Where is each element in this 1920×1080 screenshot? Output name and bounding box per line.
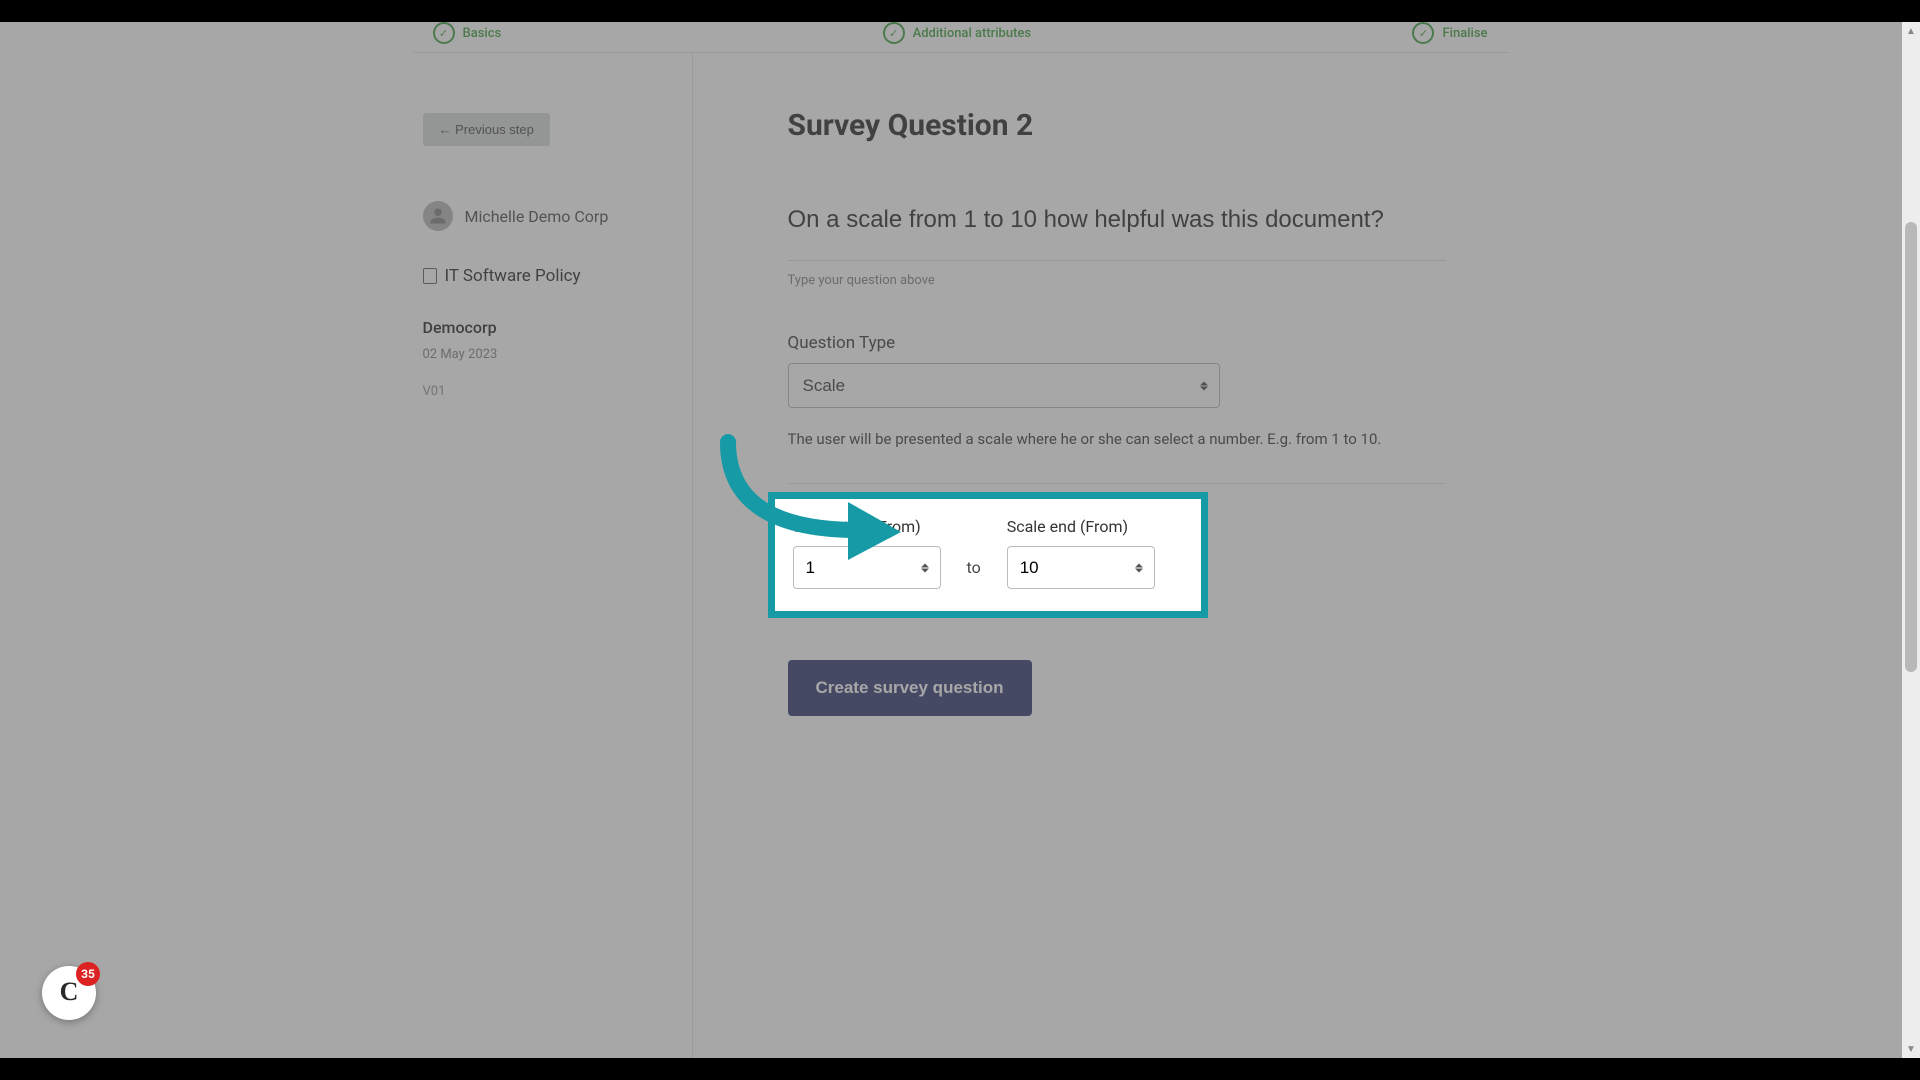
question-type-select[interactable]: Scale <box>788 363 1220 408</box>
question-type-label: Question Type <box>788 333 1508 353</box>
document-info: IT Software Policy <box>423 266 672 286</box>
scroll-down-icon[interactable]: ▼ <box>1902 1040 1920 1058</box>
step-circle-icon: ✓ <box>1412 22 1434 44</box>
user-info: Michelle Demo Corp <box>423 201 672 231</box>
main-panel: Survey Question 2 Type your question abo… <box>693 53 1508 1058</box>
body-columns: ← Previous step Michelle Demo Corp IT So… <box>413 53 1508 1058</box>
document-icon <box>423 268 437 284</box>
wizard-steps: ✓ Basics ✓ Additional attributes ✓ Final… <box>413 22 1508 53</box>
scrollbar[interactable]: ▲ ▼ <box>1902 22 1920 1058</box>
scale-end-label: Scale end (From) <box>1007 517 1155 536</box>
step-label: Basics <box>463 26 502 41</box>
step-basics[interactable]: ✓ Basics <box>433 22 502 44</box>
step-additional[interactable]: ✓ Additional attributes <box>883 22 1032 44</box>
previous-step-button[interactable]: ← Previous step <box>423 113 550 146</box>
question-input[interactable] <box>788 198 1446 242</box>
page-title: Survey Question 2 <box>788 108 1508 143</box>
letterbox-bottom <box>0 1058 1920 1080</box>
step-circle-icon: ✓ <box>883 22 905 44</box>
step-label: Additional attributes <box>913 26 1032 41</box>
scale-end-col: Scale end (From) 10 <box>1007 517 1155 589</box>
user-name: Michelle Demo Corp <box>465 207 609 226</box>
document-name: IT Software Policy <box>445 266 581 286</box>
content-container: ✓ Basics ✓ Additional attributes ✓ Final… <box>413 22 1508 1058</box>
divider <box>788 483 1446 484</box>
question-type-select-wrap: Scale <box>788 363 1220 408</box>
doc-date: 02 May 2023 <box>423 347 672 362</box>
sidebar: ← Previous step Michelle Demo Corp IT So… <box>413 53 693 1058</box>
chat-logo-icon: C <box>60 977 79 1007</box>
scroll-thumb[interactable] <box>1905 222 1917 672</box>
org-name: Democorp <box>423 318 672 337</box>
avatar-icon <box>423 201 453 231</box>
page: ✓ Basics ✓ Additional attributes ✓ Final… <box>0 22 1920 1058</box>
to-label: to <box>967 558 981 589</box>
doc-version: V01 <box>423 384 672 399</box>
letterbox-top <box>0 0 1920 22</box>
step-finalise[interactable]: ✓ Finalise <box>1412 22 1487 44</box>
scale-start-label: Scale start (From) <box>793 517 941 536</box>
chat-badge-count: 35 <box>76 962 100 986</box>
create-question-button[interactable]: Create survey question <box>788 660 1032 716</box>
scale-start-select[interactable]: 1 <box>793 546 941 589</box>
question-type-help: The user will be presented a scale where… <box>788 430 1388 448</box>
scale-end-select[interactable]: 10 <box>1007 546 1155 589</box>
question-hint: Type your question above <box>788 273 1508 288</box>
scale-row: Scale start (From) 1 to Scale end (From) <box>793 517 1183 589</box>
chat-widget-button[interactable]: C 35 <box>42 966 96 1020</box>
step-circle-icon: ✓ <box>433 22 455 44</box>
step-label: Finalise <box>1442 26 1487 41</box>
scale-range-highlight: Scale start (From) 1 to Scale end (From) <box>768 492 1208 618</box>
scroll-up-icon[interactable]: ▲ <box>1902 22 1920 40</box>
divider <box>788 260 1446 261</box>
scale-start-col: Scale start (From) 1 <box>793 517 941 589</box>
